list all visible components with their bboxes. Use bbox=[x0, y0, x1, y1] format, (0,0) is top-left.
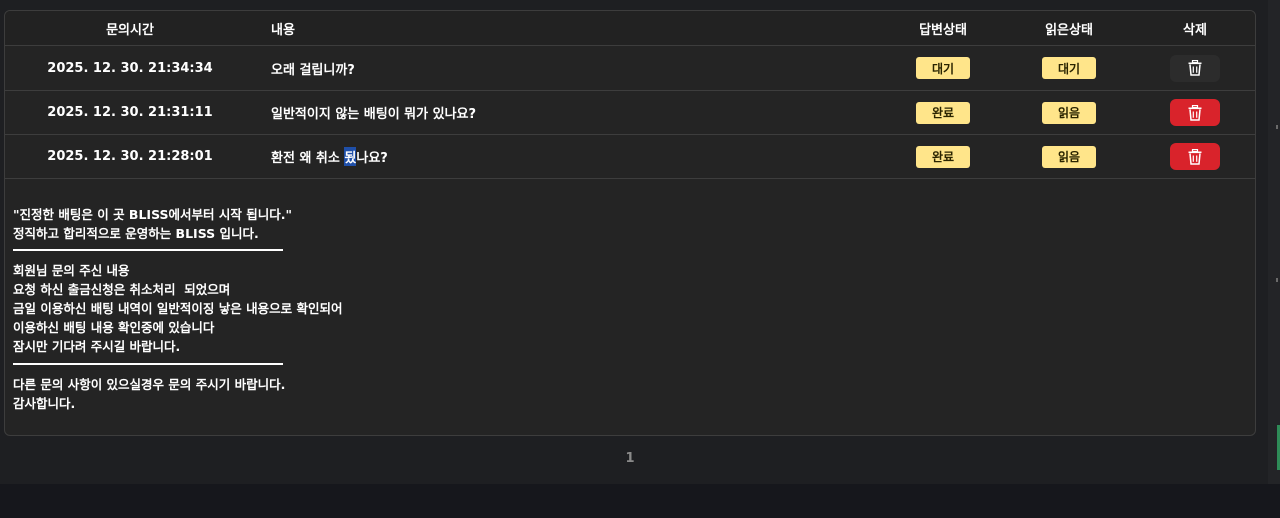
table-row[interactable]: 2025. 12. 30. 21:31:11 일반적이지 않는 배팅이 뭐가 있… bbox=[5, 91, 1255, 135]
inquiry-time: 2025. 12. 30. 21:28:01 bbox=[47, 149, 213, 164]
inquiry-content-text: 나요? bbox=[356, 151, 388, 166]
scrollbar-marker bbox=[1276, 125, 1278, 129]
delete-button[interactable] bbox=[1170, 143, 1220, 170]
delete-cell bbox=[1143, 91, 1247, 134]
inquiry-time: 2025. 12. 30. 21:31:11 bbox=[47, 105, 213, 120]
inquiry-time: 2025. 12. 30. 21:34:34 bbox=[47, 60, 213, 76]
delete-cell bbox=[1143, 46, 1247, 90]
answer-intro-text: "진정한 배팅은 이 곳 BLISS에서부터 시작 됩니다." 정직하고 합리적… bbox=[13, 207, 292, 241]
inquiry-content[interactable]: 오래 걸립니까? bbox=[271, 46, 871, 90]
divider bbox=[13, 363, 283, 365]
answer-status-badge: 대기 bbox=[916, 57, 970, 79]
header-answer-status: 답변상태 bbox=[919, 22, 967, 38]
answer-detail-panel: "진정한 배팅은 이 곳 BLISS에서부터 시작 됩니다." 정직하고 합리적… bbox=[5, 179, 1255, 435]
selected-text: 됬 bbox=[344, 147, 357, 166]
answer-status-badge: 완료 bbox=[916, 101, 970, 124]
scrollbar-marker bbox=[1276, 278, 1278, 282]
header-read-status: 읽은상태 bbox=[1045, 22, 1093, 38]
answer-status-cell: 대기 bbox=[891, 46, 995, 90]
trash-icon bbox=[1188, 60, 1202, 76]
read-status-cell: 대기 bbox=[1017, 46, 1121, 90]
trash-icon bbox=[1188, 104, 1202, 121]
header-content: 내용 bbox=[271, 22, 295, 38]
delete-cell bbox=[1143, 135, 1247, 178]
delete-button[interactable] bbox=[1170, 54, 1220, 82]
table-row[interactable]: 2025. 12. 30. 21:34:34 오래 걸립니까? 대기 대기 bbox=[5, 46, 1255, 91]
pagination-page-1[interactable]: 1 bbox=[620, 451, 640, 466]
page-footer-area bbox=[0, 484, 1280, 518]
read-status-badge: 대기 bbox=[1042, 57, 1096, 79]
answer-status-badge: 완료 bbox=[916, 145, 970, 168]
answer-closing-text: 다른 문의 사항이 있으실경우 문의 주시기 바랍니다. 감사합니다. bbox=[13, 377, 286, 411]
trash-icon bbox=[1188, 148, 1202, 165]
inquiry-content-text: 환전 왜 취소 bbox=[271, 151, 345, 166]
header-time: 문의시간 bbox=[106, 22, 154, 38]
scrollbar-rail[interactable] bbox=[1268, 0, 1280, 484]
answer-body-text: 회원님 문의 주신 내용 요청 하신 출금신청은 취소처리 되었으며 금일 이용… bbox=[13, 263, 343, 354]
delete-button[interactable] bbox=[1170, 99, 1220, 126]
header-delete: 삭제 bbox=[1183, 22, 1207, 38]
inquiry-table: 문의시간 내용 답변상태 읽은상태 삭제 2025. 12. 30. 21:34… bbox=[4, 10, 1256, 436]
inquiry-content[interactable]: 환전 왜 취소 됬 나요? bbox=[271, 135, 871, 178]
table-row[interactable]: 2025. 12. 30. 21:28:01 환전 왜 취소 됬 나요? 완료 읽… bbox=[5, 135, 1255, 179]
read-status-cell: 읽음 bbox=[1017, 135, 1121, 178]
inquiry-content[interactable]: 일반적이지 않는 배팅이 뭐가 있나요? bbox=[271, 91, 871, 134]
read-status-badge: 읽음 bbox=[1042, 145, 1096, 168]
table-header-row: 문의시간 내용 답변상태 읽은상태 삭제 bbox=[5, 11, 1255, 46]
answer-status-cell: 완료 bbox=[891, 91, 995, 134]
divider bbox=[13, 249, 283, 251]
read-status-cell: 읽음 bbox=[1017, 91, 1121, 134]
read-status-badge: 읽음 bbox=[1042, 101, 1096, 124]
answer-status-cell: 완료 bbox=[891, 135, 995, 178]
